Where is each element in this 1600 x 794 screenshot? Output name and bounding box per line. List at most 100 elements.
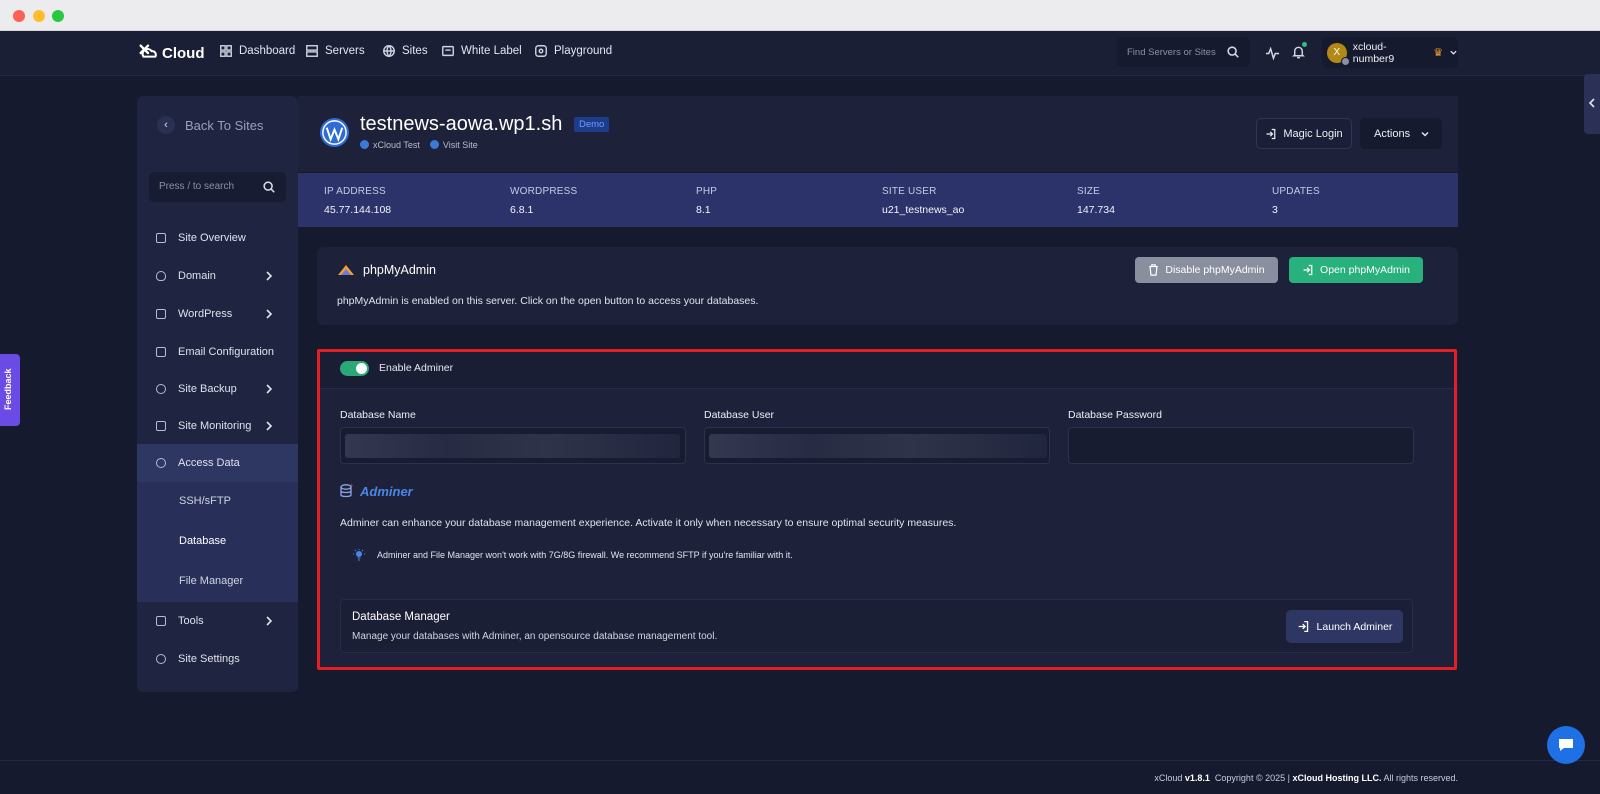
actions-label: Actions: [1374, 127, 1411, 140]
feedback-tab[interactable]: Feedback: [0, 354, 20, 426]
nav-white-label[interactable]: White Label: [441, 44, 522, 58]
redacted-value: [345, 434, 680, 458]
enable-adminer-toggle[interactable]: [340, 361, 369, 376]
chevron-right-icon: [266, 309, 273, 319]
launch-adminer-button[interactable]: Launch Adminer: [1286, 610, 1403, 643]
user-menu[interactable]: X xcloud-number9 ♛: [1322, 37, 1458, 68]
stat-label: PHP: [696, 186, 718, 197]
chevron-right-icon: [266, 384, 273, 394]
sidebar-item-label: Site Backup: [178, 383, 237, 395]
database-password-field[interactable]: [1068, 427, 1414, 464]
footer-text: xCloud v1.8.1 Copyright © 2025 | xCloud …: [1154, 773, 1458, 783]
globe-icon: [429, 140, 439, 149]
stat-label: UPDATES: [1272, 186, 1320, 197]
stat-label: SITE USER: [882, 186, 937, 197]
sidebar-item-site-settings[interactable]: Site Settings: [137, 640, 298, 678]
phpmyadmin-title-label: phpMyAdmin: [363, 263, 436, 277]
chat-icon: [1559, 739, 1573, 751]
activity-icon[interactable]: [1265, 46, 1280, 61]
stat-site-user: SITE USER u21_testnews_ao: [882, 186, 964, 216]
gear-icon: [156, 654, 166, 664]
maximize-window-button[interactable]: [52, 10, 64, 22]
minimize-window-button[interactable]: [33, 10, 45, 22]
sidebar-search-input[interactable]: Press / to search: [149, 172, 286, 202]
database-user-field[interactable]: [704, 427, 1050, 464]
disable-phpmyadmin-button[interactable]: Disable phpMyAdmin: [1135, 257, 1278, 283]
login-icon: [1266, 128, 1276, 139]
chevron-left-icon: ‹: [157, 116, 175, 134]
adminer-card: Enable Adminer Database Name Database Us…: [317, 349, 1458, 670]
stat-value: 3: [1272, 204, 1278, 216]
global-search-placeholder: Find Servers or Sites: [1127, 46, 1216, 58]
svg-text:+: +: [350, 483, 353, 489]
server-link[interactable]: xCloud Test: [360, 140, 420, 150]
server-link-icon: [360, 140, 369, 149]
overview-icon: [156, 233, 166, 243]
stat-value: 8.1: [696, 204, 711, 216]
server-icon: [306, 45, 318, 57]
trash-icon: [1149, 264, 1159, 276]
sidebar-item-label: Domain: [178, 270, 216, 282]
open-phpmyadmin-button[interactable]: Open phpMyAdmin: [1289, 257, 1423, 283]
submenu-item-database[interactable]: Database: [179, 535, 226, 547]
global-search-input[interactable]: Find Servers or Sites: [1117, 37, 1250, 67]
actions-dropdown[interactable]: Actions: [1360, 118, 1442, 149]
footer-brand: xCloud: [1154, 773, 1183, 783]
database-name-field[interactable]: [340, 427, 686, 464]
sidebar-item-site-backup[interactable]: Site Backup: [137, 370, 298, 408]
sidebar-item-label: Site Settings: [178, 653, 240, 665]
nav-sites[interactable]: Sites: [382, 44, 428, 58]
footer-rights: All rights reserved.: [1383, 773, 1458, 783]
chevron-right-icon: [266, 271, 273, 281]
footer-company[interactable]: xCloud Hosting LLC.: [1292, 773, 1381, 783]
xcloud-logo-icon: [139, 44, 157, 58]
sidebar-item-site-overview[interactable]: Site Overview: [137, 219, 298, 257]
lightbulb-icon: [353, 549, 365, 561]
magic-login-button[interactable]: Magic Login: [1256, 118, 1352, 149]
adminer-description: Adminer can enhance your database manage…: [340, 517, 957, 529]
xcloud-logo[interactable]: Cloud: [137, 40, 205, 66]
nav-playground[interactable]: Playground: [534, 44, 612, 58]
submenu-item-label: SSH/sFTP: [179, 495, 231, 507]
submenu-item-file-manager[interactable]: File Manager: [179, 575, 243, 587]
adminer-toggle-row: Enable Adminer: [317, 349, 1458, 389]
right-panel-toggle[interactable]: [1584, 74, 1600, 134]
site-title: testnews-aowa.wp1.sh: [360, 113, 563, 135]
sidebar-item-label: Tools: [178, 615, 204, 627]
launch-icon: [1298, 620, 1308, 633]
sidebar-item-tools[interactable]: Tools: [137, 602, 298, 640]
chat-button[interactable]: [1547, 726, 1585, 764]
site-sidebar: ‹ Back To Sites Press / to search Site O…: [137, 96, 298, 692]
sidebar-item-email-configuration[interactable]: Email Configuration: [137, 333, 298, 371]
stat-value: 45.77.144.108: [324, 204, 392, 216]
demo-badge: Demo: [574, 117, 610, 132]
stat-wordpress: WORDPRESS 6.8.1: [510, 186, 577, 216]
back-to-sites-button[interactable]: ‹ Back To Sites: [157, 116, 264, 134]
visit-site-link[interactable]: Visit Site: [429, 140, 478, 150]
adminer-logo: + Adminer: [340, 483, 413, 499]
sidebar-item-access-data[interactable]: Access Data: [137, 444, 298, 482]
nav-dashboard[interactable]: Dashboard: [219, 44, 295, 58]
search-icon[interactable]: [1226, 45, 1240, 59]
sidebar-item-label: Access Data: [178, 457, 240, 469]
access-data-submenu: SSH/sFTP Database File Manager: [137, 482, 298, 602]
database-manager-title: Database Manager: [352, 611, 450, 623]
close-window-button[interactable]: [13, 10, 25, 22]
tools-icon: [156, 616, 166, 626]
sidebar-item-site-monitoring[interactable]: Site Monitoring: [137, 407, 298, 445]
nav-servers[interactable]: Servers: [305, 44, 365, 58]
chevron-left-icon: [1588, 98, 1595, 108]
visit-site-label: Visit Site: [442, 140, 478, 150]
adminer-logo-text: Adminer: [360, 483, 413, 499]
back-to-sites-label: Back To Sites: [185, 117, 264, 133]
open-phpmyadmin-label: Open phpMyAdmin: [1320, 264, 1410, 276]
sidebar-item-wordpress[interactable]: WordPress: [137, 295, 298, 333]
phpmyadmin-logo-icon: [338, 265, 354, 275]
site-stats-bar: IP ADDRESS 45.77.144.108 WORDPRESS 6.8.1…: [298, 173, 1458, 227]
mail-icon: [156, 347, 166, 357]
page-footer: xCloud v1.8.1 Copyright © 2025 | xCloud …: [0, 760, 1600, 794]
stat-value: u21_testnews_ao: [882, 204, 965, 216]
submenu-item-ssh-sftp[interactable]: SSH/sFTP: [179, 495, 231, 507]
avatar-badge-icon: [1340, 56, 1350, 66]
sidebar-item-domain[interactable]: Domain: [137, 257, 298, 295]
